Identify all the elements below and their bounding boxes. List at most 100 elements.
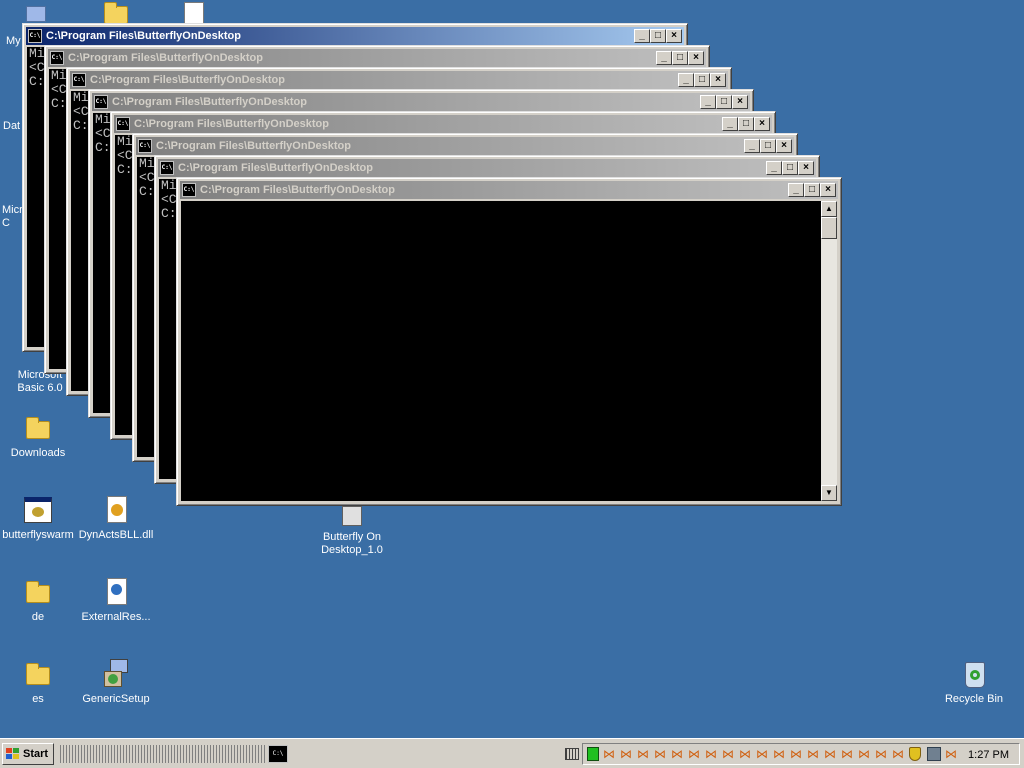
title-bar[interactable]: C:\ C:\Program Files\ButterflyOnDesktop	[136, 137, 794, 155]
vertical-scrollbar[interactable]: ▲ ▼	[821, 201, 837, 501]
butterfly-icon[interactable]: ⋈	[603, 748, 618, 760]
butterfly-icon[interactable]: ⋈	[892, 748, 907, 760]
folder-icon	[22, 658, 54, 690]
title-bar[interactable]: C:\ C:\Program Files\ButterflyOnDesktop	[48, 49, 706, 67]
butterfly-icon[interactable]: ⋈	[671, 748, 686, 760]
title-bar[interactable]: C:\ C:\Program Files\ButterflyOnDesktop	[70, 71, 728, 89]
desktop-icon-de[interactable]: de	[0, 576, 76, 624]
desktop-icon-genericsetup[interactable]: GenericSetup	[78, 658, 154, 706]
desktop-icon-dynactsbll[interactable]: DynActsBLL.dll	[78, 494, 154, 542]
close-button[interactable]: ×	[666, 29, 682, 43]
folder-icon	[22, 576, 54, 608]
close-button[interactable]: ×	[820, 183, 836, 197]
quick-launch-bar[interactable]	[60, 745, 265, 763]
maximize-button[interactable]: □	[716, 95, 732, 109]
butterfly-icon[interactable]: ⋈	[637, 748, 652, 760]
window-title: C:\Program Files\ButterflyOnDesktop	[200, 184, 395, 196]
close-button[interactable]: ×	[688, 51, 704, 65]
desktop-icon-es[interactable]: es	[0, 658, 76, 706]
desktop-icon-label: GenericSetup	[82, 693, 150, 705]
scroll-up-arrow-icon[interactable]: ▲	[821, 201, 837, 217]
shield-icon[interactable]	[909, 747, 921, 761]
butterfly-icon[interactable]: ⋈	[739, 748, 754, 760]
close-button[interactable]: ×	[776, 139, 792, 153]
keyboard-icon[interactable]	[565, 748, 579, 760]
desktop-icon-label: DynActsBLL.dll	[78, 529, 154, 541]
recycle-bin-icon	[958, 658, 990, 690]
desktop-icon-label: ExternalRes...	[81, 611, 151, 623]
scrollbar-thumb[interactable]	[821, 217, 837, 239]
title-bar[interactable]: C:\ C:\Program Files\ButterflyOnDesktop	[158, 159, 816, 177]
title-bar[interactable]: C:\ C:\Program Files\ButterflyOnDesktop	[180, 181, 838, 199]
close-button[interactable]: ×	[798, 161, 814, 175]
scroll-down-arrow-icon[interactable]: ▼	[821, 485, 837, 501]
desktop-icon-label: de	[31, 611, 45, 623]
butterfly-icon[interactable]: ⋈	[756, 748, 771, 760]
folder-icon[interactable]	[100, 0, 132, 24]
butterfly-icon[interactable]: ⋈	[841, 748, 856, 760]
minimize-button[interactable]: _	[722, 117, 738, 131]
minimize-button[interactable]: _	[634, 29, 650, 43]
desktop-icon-label: Downloads	[10, 447, 66, 459]
desktop-icon-recycle-bin[interactable]: Recycle Bin	[936, 658, 1012, 706]
butterfly-icon[interactable]: ⋈	[807, 748, 822, 760]
desktop-icon-label: butterflyswarm	[2, 529, 74, 541]
maximize-button[interactable]: □	[672, 51, 688, 65]
butterfly-icon[interactable]: ⋈	[824, 748, 839, 760]
maximize-button[interactable]: □	[760, 139, 776, 153]
title-bar[interactable]: C:\ C:\Program Files\ButterflyOnDesktop	[92, 93, 750, 111]
console-output	[181, 201, 821, 501]
maximize-button[interactable]: □	[804, 183, 820, 197]
system-tray: ⋈ ⋈ ⋈ ⋈ ⋈ ⋈ ⋈ ⋈ ⋈ ⋈ ⋈ ⋈ ⋈ ⋈ ⋈ ⋈ ⋈ ⋈ ⋈ 1:27 PM	[582, 743, 1020, 765]
minimize-button[interactable]: _	[788, 183, 804, 197]
document-icon[interactable]	[182, 0, 208, 24]
dll-icon	[100, 494, 132, 526]
close-button[interactable]: ×	[732, 95, 748, 109]
clock[interactable]: 1:27 PM	[968, 748, 1009, 762]
cmd-icon: C:\	[138, 139, 152, 153]
window-title: C:\Program Files\ButterflyOnDesktop	[112, 96, 307, 108]
desktop-icon-externalres[interactable]: ExternalRes...	[78, 576, 154, 624]
butterfly-icon[interactable]: ⋈	[705, 748, 720, 760]
maximize-button[interactable]: □	[738, 117, 754, 131]
minimize-button[interactable]: _	[766, 161, 782, 175]
maximize-button[interactable]: □	[694, 73, 710, 87]
windows-logo-icon	[6, 748, 19, 760]
cmd-icon: C:\	[160, 161, 174, 175]
butterfly-icon[interactable]: ⋈	[858, 748, 873, 760]
minimize-button[interactable]: _	[744, 139, 760, 153]
console-window-8[interactable]: C:\ C:\Program Files\ButterflyOnDesktop _…	[176, 177, 842, 506]
desktop-icon-downloads[interactable]: Downloads	[0, 412, 76, 460]
maximize-button[interactable]: □	[782, 161, 798, 175]
minimize-button[interactable]: _	[700, 95, 716, 109]
butterfly-icon[interactable]: ⋈	[945, 748, 960, 760]
start-button[interactable]: Start	[2, 743, 54, 765]
window-title: C:\Program Files\ButterflyOnDesktop	[156, 140, 351, 152]
title-bar[interactable]: C:\ C:\Program Files\ButterflyOnDesktop	[26, 27, 684, 45]
setup-icon	[100, 658, 132, 690]
cmd-icon: C:\	[116, 117, 130, 131]
network-connection-icon[interactable]	[927, 747, 941, 761]
close-button[interactable]: ×	[754, 117, 770, 131]
minimize-button[interactable]: _	[678, 73, 694, 87]
butterfly-icon[interactable]: ⋈	[722, 748, 737, 760]
butterfly-icon[interactable]: ⋈	[654, 748, 669, 760]
butterfly-icon[interactable]: ⋈	[875, 748, 890, 760]
butterfly-icon[interactable]: ⋈	[773, 748, 788, 760]
task-button-cmd[interactable]: C:\	[268, 745, 288, 763]
desktop-icon-butterfly-on-desktop[interactable]: Butterfly On Desktop_1.0	[314, 504, 390, 557]
network-icon[interactable]	[587, 747, 599, 761]
butterfly-icon[interactable]: ⋈	[620, 748, 635, 760]
close-button[interactable]: ×	[710, 73, 726, 87]
installer-icon	[336, 504, 368, 528]
maximize-button[interactable]: □	[650, 29, 666, 43]
butterfly-icon[interactable]: ⋈	[790, 748, 805, 760]
desktop-icon-butterflyswarm[interactable]: butterflyswarm	[0, 494, 76, 542]
window-title: C:\Program Files\ButterflyOnDesktop	[46, 30, 241, 42]
document-icon	[100, 576, 132, 608]
window-title: C:\Program Files\ButterflyOnDesktop	[178, 162, 373, 174]
minimize-button[interactable]: _	[656, 51, 672, 65]
title-bar[interactable]: C:\ C:\Program Files\ButterflyOnDesktop	[114, 115, 772, 133]
cmd-icon: C:\	[94, 95, 108, 109]
butterfly-icon[interactable]: ⋈	[688, 748, 703, 760]
